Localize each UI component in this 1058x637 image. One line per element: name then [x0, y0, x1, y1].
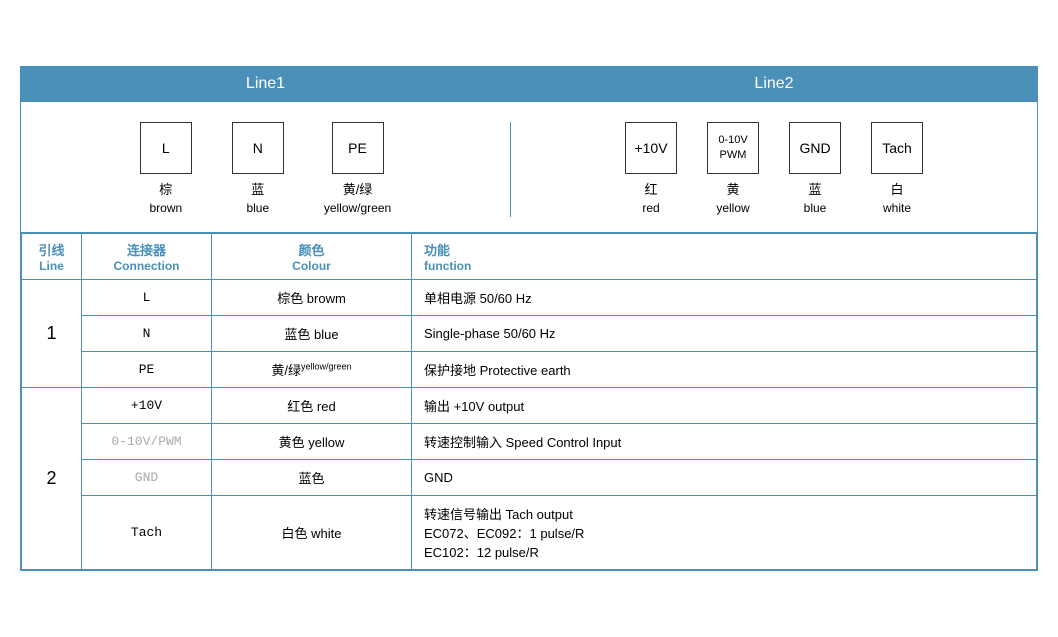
func-PE: 保护接地 Protective earth — [412, 352, 1037, 388]
conn-pwm: 0-10V/PWM — [82, 424, 212, 460]
colour-pwm: 黄色 yellow — [212, 424, 412, 460]
main-container: Line1 Line2 L 棕 brown N 蓝 blue PE — [20, 66, 1038, 572]
func-10v: 输出 +10V output — [412, 388, 1037, 424]
conn-PE: PE — [82, 352, 212, 388]
conn-L: L — [82, 280, 212, 316]
connector-label-10v: 红 red — [642, 180, 659, 218]
table-row-L: 1 L 棕色 browm 单相电源 50/60 Hz — [22, 280, 1037, 316]
table-row-N: N 蓝色 blue Single-phase 50/60 Hz — [22, 316, 1037, 352]
connector-box-pwm: 0-10VPWM — [707, 122, 759, 174]
colour-L: 棕色 browm — [212, 280, 412, 316]
table-header-row: 引线 Line 连接器 Connection 颜色 Colour 功能 func… — [22, 234, 1037, 280]
connector-label-pwm: 黄 yellow — [716, 180, 749, 218]
diagram-line2: +10V 红 red 0-10VPWM 黄 yellow GND 蓝 blue — [511, 122, 1037, 218]
func-tach: 转速信号输出 Tach output EC072、EC092：1 pulse/R… — [412, 496, 1037, 570]
header-line2: Line2 — [511, 67, 1037, 101]
header-row: Line1 Line2 — [21, 67, 1037, 102]
connector-N: N 蓝 blue — [232, 122, 284, 218]
connector-pwm: 0-10VPWM 黄 yellow — [707, 122, 759, 218]
colour-PE: 黄/绿yellow/green — [212, 352, 412, 388]
connector-box-N: N — [232, 122, 284, 174]
connector-label-tach: 白 white — [883, 180, 911, 218]
func-L: 单相电源 50/60 Hz — [412, 280, 1037, 316]
connector-box-PE: PE — [332, 122, 384, 174]
col-header-line: 引线 Line — [22, 234, 82, 280]
connector-box-L: L — [140, 122, 192, 174]
connector-box-tach: Tach — [871, 122, 923, 174]
line2-number: 2 — [22, 388, 82, 570]
col-header-function: 功能 function — [412, 234, 1037, 280]
connector-tach: Tach 白 white — [871, 122, 923, 218]
func-gnd: GND — [412, 460, 1037, 496]
col-header-connection: 连接器 Connection — [82, 234, 212, 280]
data-table: 引线 Line 连接器 Connection 颜色 Colour 功能 func… — [21, 233, 1037, 570]
conn-N: N — [82, 316, 212, 352]
table-row-gnd: GND 蓝色 GND — [22, 460, 1037, 496]
conn-tach-val: Tach — [82, 496, 212, 570]
table-row-pwm: 0-10V/PWM 黄色 yellow 转速控制输入 Speed Control… — [22, 424, 1037, 460]
connector-label-L: 棕 brown — [149, 180, 182, 218]
col-header-colour: 颜色 Colour — [212, 234, 412, 280]
colour-gnd: 蓝色 — [212, 460, 412, 496]
colour-N: 蓝色 blue — [212, 316, 412, 352]
connector-label-N: 蓝 blue — [246, 180, 269, 218]
connector-PE: PE 黄/绿 yellow/green — [324, 122, 391, 218]
connector-box-gnd: GND — [789, 122, 841, 174]
func-pwm: 转速控制输入 Speed Control Input — [412, 424, 1037, 460]
colour-10v: 红色 red — [212, 388, 412, 424]
conn-gnd-val: GND — [82, 460, 212, 496]
table-row-10v: 2 +10V 红色 red 输出 +10V output — [22, 388, 1037, 424]
header-line1: Line1 — [21, 67, 511, 101]
connector-label-PE: 黄/绿 yellow/green — [324, 180, 391, 218]
connector-label-gnd: 蓝 blue — [804, 180, 827, 218]
table-row-PE: PE 黄/绿yellow/green 保护接地 Protective earth — [22, 352, 1037, 388]
line1-number: 1 — [22, 280, 82, 388]
connector-box-10v: +10V — [625, 122, 677, 174]
connector-gnd: GND 蓝 blue — [789, 122, 841, 218]
diagram-line1: L 棕 brown N 蓝 blue PE 黄/绿 yellow/green — [21, 122, 511, 218]
connector-10v: +10V 红 red — [625, 122, 677, 218]
connector-L: L 棕 brown — [140, 122, 192, 218]
conn-10v: +10V — [82, 388, 212, 424]
table-row-tach: Tach 白色 white 转速信号输出 Tach output EC072、E… — [22, 496, 1037, 570]
diagram-row: L 棕 brown N 蓝 blue PE 黄/绿 yellow/green — [21, 102, 1037, 234]
func-N: Single-phase 50/60 Hz — [412, 316, 1037, 352]
colour-tach: 白色 white — [212, 496, 412, 570]
